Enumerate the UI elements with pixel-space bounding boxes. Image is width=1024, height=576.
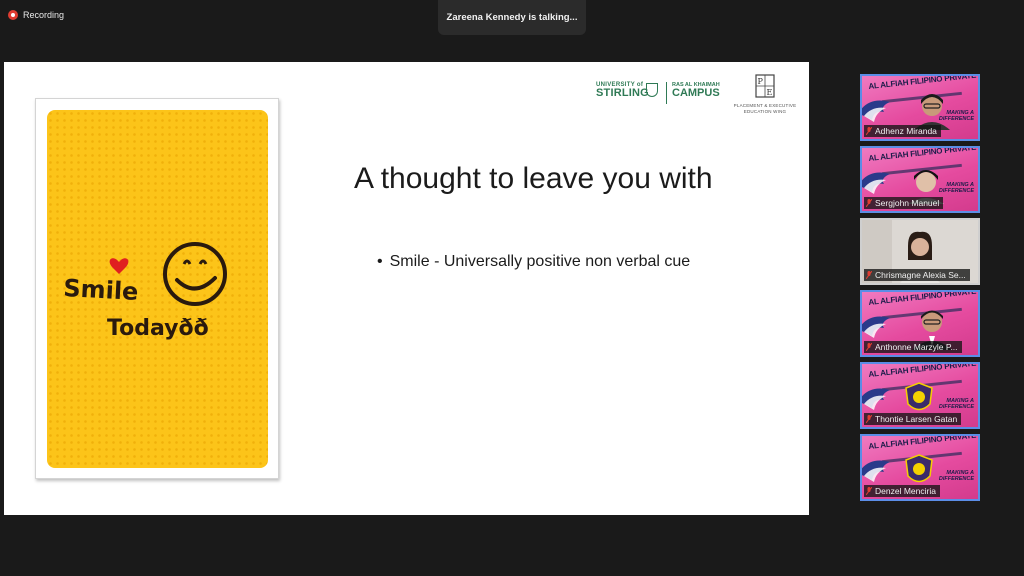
participant-nameplate: Adhenz Miranda xyxy=(864,125,941,137)
participant-tile[interactable]: AL ALFIAH FILIPINO PRIVATE SCHOOL MAKING… xyxy=(860,434,980,501)
pe-wing-logo: P E xyxy=(755,74,775,98)
participant-nameplate: Denzel Menciria xyxy=(864,485,940,497)
logo-divider xyxy=(666,82,667,104)
participant-nameplate: Anthonne Marzyle P... xyxy=(864,341,962,353)
pe-wing-caption: PLACEMENT & EXECUTIVE EDUCATION WING xyxy=(733,103,797,114)
recording-indicator[interactable]: Recording xyxy=(8,8,64,22)
smile-word: Smile xyxy=(63,274,139,306)
smiley-face-icon xyxy=(163,242,227,306)
crest-icon xyxy=(646,83,658,97)
participant-nameplate: Sergjohn Manuel xyxy=(864,197,944,209)
participant-tile[interactable]: AL ALFIAH FILIPINO PRIVATE SCHOOL Anthon… xyxy=(860,290,980,357)
slide-title: A thought to leave you with xyxy=(354,162,713,195)
recording-label: Recording xyxy=(23,10,65,20)
muted-mic-icon xyxy=(866,487,872,495)
muted-mic-icon xyxy=(866,199,872,207)
school-seal-icon xyxy=(905,454,933,483)
muted-mic-icon xyxy=(866,343,872,351)
meeting-window: Recording Zareena Kennedy is talking... … xyxy=(0,0,1024,576)
participant-tile[interactable]: AL ALFIAH FILIPINO PRIVATE SCHOOL MAKING… xyxy=(860,74,980,141)
slide-image: Smile Todayðð xyxy=(35,98,279,479)
muted-mic-icon xyxy=(866,127,872,135)
svg-text:E: E xyxy=(767,88,773,97)
participant-nameplate: Chrismagne Alexia Se... xyxy=(864,269,970,281)
active-speaker-banner: Zareena Kennedy is talking... xyxy=(438,0,586,35)
participant-name: Sergjohn Manuel xyxy=(875,198,940,208)
participant-name: Adhenz Miranda xyxy=(875,126,937,136)
participant-nameplate: Thontie Larsen Gatan xyxy=(864,413,962,425)
record-dot-icon xyxy=(8,10,18,20)
campus-logo: RAS AL KHAIMAH CAMPUS xyxy=(672,82,720,99)
heart-icon xyxy=(109,258,129,274)
university-logos: UNIVERSITY of STIRLING RAS AL KHAIMAH CA… xyxy=(596,74,801,120)
active-speaker-text: Zareena Kennedy is talking... xyxy=(446,12,578,23)
stirling-logo: UNIVERSITY of STIRLING xyxy=(596,82,649,99)
participant-name: Anthonne Marzyle P... xyxy=(875,342,958,352)
muted-mic-icon xyxy=(866,271,872,279)
participant-name: Chrismagne Alexia Se... xyxy=(875,270,966,280)
participant-tile[interactable]: AL ALFIAH FILIPINO PRIVATE SCHOOL MAKING… xyxy=(860,362,980,429)
participant-video-person xyxy=(914,94,950,130)
svg-text:P: P xyxy=(758,77,764,86)
smile-today-picture: Smile Todayðð xyxy=(47,110,268,468)
slide-bullet: • Smile - Universally positive non verbal… xyxy=(377,253,690,271)
shared-slide: Smile Todayðð UNIVERSITY of STIRLING RAS… xyxy=(4,62,809,515)
participant-tile[interactable]: Chrismagne Alexia Se... xyxy=(860,218,980,285)
bullet-icon: • xyxy=(377,253,383,270)
school-seal-icon xyxy=(905,382,933,411)
participant-tile[interactable]: AL ALFIAH FILIPINO PRIVATE SCHOOL MAKING… xyxy=(860,146,980,213)
muted-mic-icon xyxy=(866,415,872,423)
participant-name: Thontie Larsen Gatan xyxy=(875,414,958,424)
bullet-text: Smile - Universally positive non verbal … xyxy=(389,253,691,270)
today-word: Todayðð xyxy=(107,316,209,341)
participant-name: Denzel Menciria xyxy=(875,486,936,496)
